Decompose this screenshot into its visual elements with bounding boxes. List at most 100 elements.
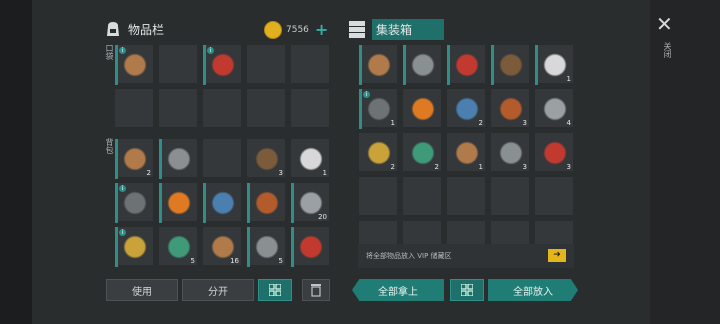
rarity-bar — [159, 139, 162, 179]
inventory-slot[interactable]: 3 — [490, 88, 530, 128]
inventory-slot[interactable] — [402, 44, 442, 85]
close-label[interactable]: 关闭 — [662, 42, 673, 58]
inventory-slot[interactable]: 2 — [446, 88, 486, 128]
inventory-slot[interactable] — [158, 88, 198, 128]
grid-view-button[interactable] — [258, 279, 292, 301]
add-coins-icon[interactable]: + — [315, 20, 328, 39]
inventory-slot[interactable]: i1 — [358, 88, 398, 129]
inventory-slot[interactable]: 3 — [534, 132, 574, 172]
item-count: 1 — [322, 169, 327, 177]
inventory-slot[interactable]: 20 — [290, 182, 330, 223]
item-icon — [120, 50, 150, 80]
item-icon — [296, 144, 326, 174]
inventory-slot[interactable] — [290, 88, 330, 128]
inventory-slot[interactable]: 2 — [358, 132, 398, 172]
delete-button[interactable] — [302, 279, 330, 301]
item-icon — [120, 188, 150, 218]
inventory-slot[interactable] — [202, 138, 242, 178]
inventory-slot[interactable]: 5 — [158, 226, 198, 266]
item-count: 3 — [522, 163, 527, 171]
use-button[interactable]: 使用 — [106, 279, 178, 301]
close-icon[interactable]: ✕ — [656, 12, 673, 36]
rarity-bar — [203, 45, 206, 85]
inventory-slot[interactable]: 3 — [490, 132, 530, 172]
container-grid-view-button[interactable] — [450, 279, 484, 301]
rarity-bar — [247, 183, 250, 223]
inventory-slot[interactable] — [358, 176, 398, 216]
inventory-slot[interactable] — [158, 182, 198, 223]
container-title: 集装箱 — [372, 18, 445, 40]
rarity-bar — [447, 45, 450, 85]
inventory-slot[interactable] — [290, 226, 330, 267]
item-icon — [252, 188, 282, 218]
rarity-bar — [403, 45, 406, 85]
item-count: 2 — [478, 119, 483, 127]
inventory-slot[interactable]: 1 — [534, 44, 574, 85]
item-icon — [164, 232, 194, 262]
take-all-button[interactable]: 全部拿上 — [352, 279, 444, 301]
item-icon — [408, 138, 438, 168]
container-header: 集装箱 — [346, 18, 445, 40]
item-icon — [496, 50, 526, 80]
item-icon — [364, 94, 394, 124]
item-count: 3 — [566, 163, 571, 171]
inventory-slot[interactable] — [534, 176, 574, 216]
item-icon — [364, 50, 394, 80]
inventory-slot[interactable] — [114, 88, 154, 128]
item-count: 2 — [434, 163, 439, 171]
item-icon — [296, 232, 326, 262]
inventory-slot[interactable]: 16 — [202, 226, 242, 266]
grid-icon — [461, 284, 473, 296]
item-icon — [452, 50, 482, 80]
inventory-slot[interactable]: 1 — [446, 132, 486, 172]
move-to-vip-icon[interactable]: ➜ — [548, 249, 566, 262]
inventory-slot[interactable]: 4 — [534, 88, 574, 128]
inventory-slot[interactable]: 3 — [246, 138, 286, 178]
item-icon — [496, 94, 526, 124]
item-count: 16 — [230, 257, 239, 265]
inventory-slot[interactable] — [490, 44, 530, 85]
item-icon — [164, 188, 194, 218]
inventory-slot[interactable]: i — [114, 226, 154, 267]
inventory-slot[interactable] — [246, 44, 286, 84]
item-count: 2 — [146, 169, 151, 177]
item-icon — [164, 144, 194, 174]
inventory-slot[interactable] — [202, 88, 242, 128]
rarity-bar — [535, 45, 538, 85]
item-count: 1 — [566, 75, 571, 83]
inventory-slot[interactable] — [358, 44, 398, 85]
inventory-slot[interactable] — [446, 176, 486, 216]
inventory-slot[interactable] — [490, 176, 530, 216]
item-count: 5 — [190, 257, 195, 265]
grid-icon — [269, 284, 281, 296]
item-icon — [120, 144, 150, 174]
inventory-slot[interactable]: 2 — [402, 132, 442, 172]
inventory-slot[interactable] — [446, 44, 486, 85]
inventory-slot[interactable]: 2 — [114, 138, 154, 179]
inventory-slot[interactable]: 5 — [246, 226, 286, 267]
rarity-bar — [359, 89, 362, 129]
inventory-slot[interactable]: i — [202, 44, 242, 85]
split-button[interactable]: 分开 — [182, 279, 254, 301]
put-all-button[interactable]: 全部放入 — [488, 279, 578, 301]
inventory-slot[interactable]: 1 — [290, 138, 330, 178]
item-count: 1 — [478, 163, 483, 171]
inventory-slot[interactable] — [402, 176, 442, 216]
inventory-slot[interactable] — [402, 88, 442, 128]
inventory-slot[interactable]: i — [114, 182, 154, 223]
inventory-slot[interactable] — [158, 44, 198, 84]
item-count: 3 — [522, 119, 527, 127]
side-panel — [650, 0, 720, 324]
inventory-slot[interactable] — [158, 138, 198, 179]
vip-storage-bar[interactable]: 将全部物品放入 VIP 储藏区 ➜ — [358, 244, 574, 268]
backpack-icon — [107, 22, 119, 36]
inventory-slot[interactable]: i — [114, 44, 154, 85]
item-icon — [408, 50, 438, 80]
rarity-bar — [115, 45, 118, 85]
inventory-slot[interactable] — [202, 182, 242, 223]
item-icon — [540, 94, 570, 124]
inventory-slot[interactable] — [246, 88, 286, 128]
inventory-slot[interactable] — [246, 182, 286, 223]
container-box-icon — [349, 21, 365, 38]
inventory-slot[interactable] — [290, 44, 330, 84]
